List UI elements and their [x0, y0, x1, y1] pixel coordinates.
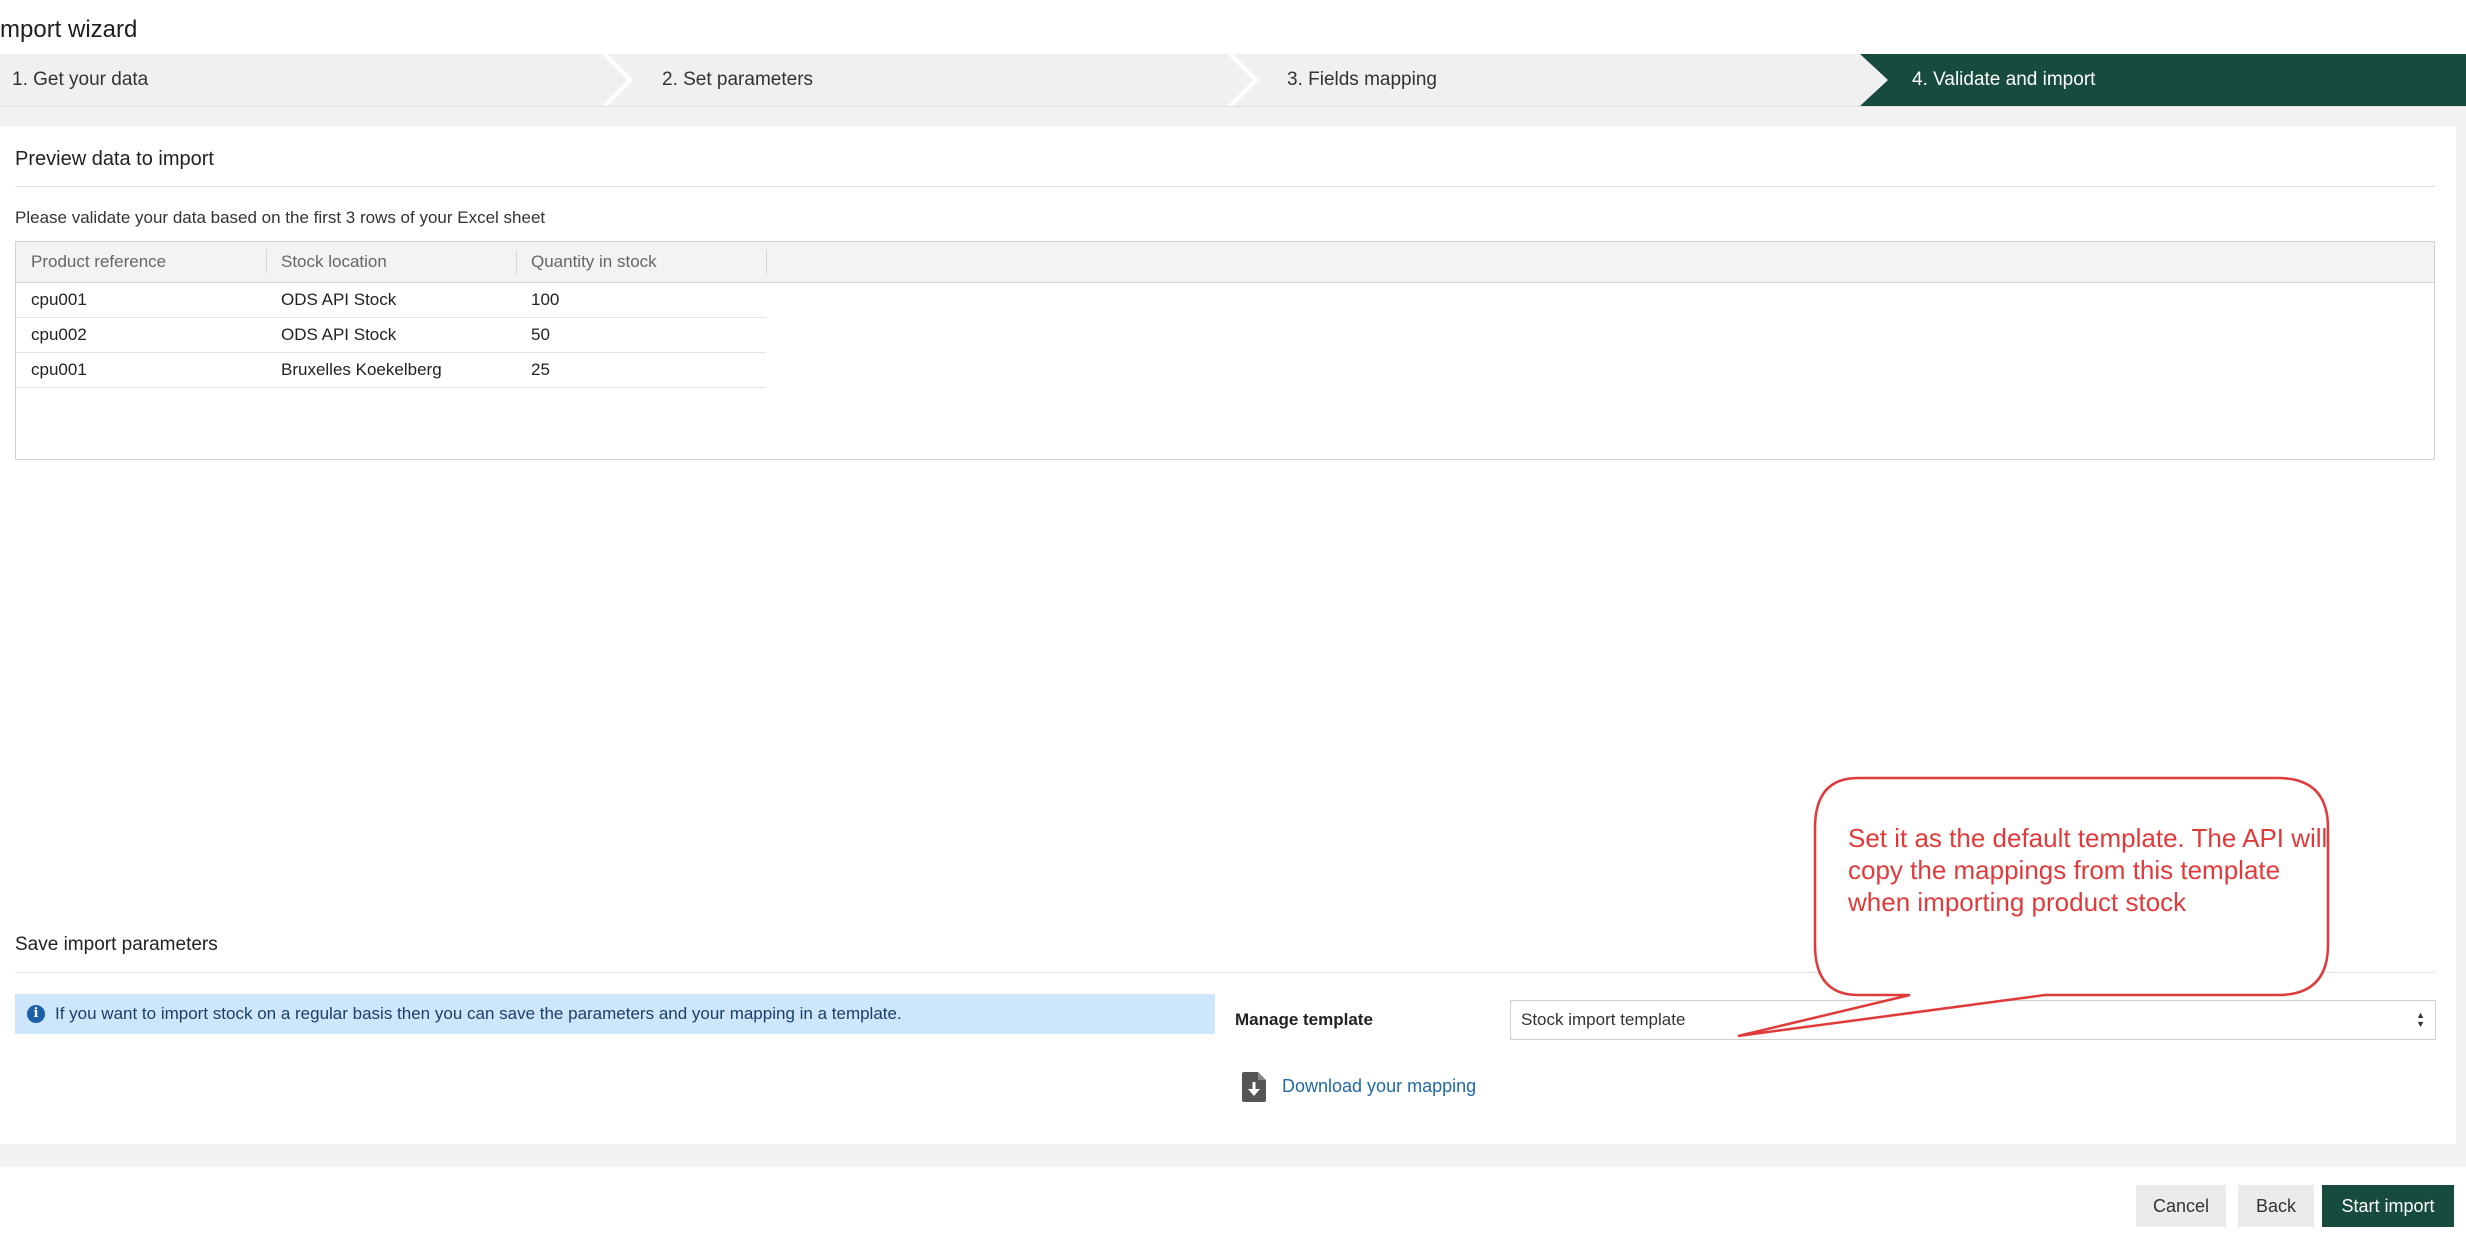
- step-get-your-data[interactable]: 1. Get your data: [12, 54, 148, 106]
- table-row: cpu001 ODS API Stock 100: [16, 283, 766, 318]
- cell-product-reference: cpu001: [31, 360, 87, 379]
- column-divider: [766, 250, 767, 274]
- table-header: Product reference Stock location Quantit…: [16, 242, 2434, 283]
- cell-quantity: 50: [531, 325, 550, 344]
- column-divider: [266, 250, 267, 274]
- preview-hint: Please validate your data based on the f…: [15, 208, 546, 227]
- download-mapping-link[interactable]: Download your mapping: [1282, 1076, 1476, 1097]
- cell-stock-location: ODS API Stock: [281, 325, 397, 344]
- info-circle-icon: i: [27, 1005, 45, 1023]
- step-validate-and-import[interactable]: 4. Validate and import: [1912, 54, 2095, 106]
- column-header-quantity[interactable]: Quantity in stock: [531, 242, 657, 282]
- preview-title: Preview data to import: [15, 148, 214, 170]
- cell-product-reference: cpu001: [31, 290, 87, 309]
- step-fields-mapping[interactable]: 3. Fields mapping: [1287, 54, 1437, 106]
- step-separator-icon: [1228, 54, 1259, 106]
- step-set-parameters[interactable]: 2. Set parameters: [662, 54, 813, 106]
- divider: [15, 186, 2435, 187]
- step-separator-icon: [602, 54, 633, 106]
- column-header-product-reference[interactable]: Product reference: [31, 242, 166, 282]
- back-button[interactable]: Back: [2238, 1185, 2314, 1227]
- wizard-steps: 1. Get your data 2. Set parameters 3. Fi…: [0, 54, 2466, 107]
- select-arrows-icon: ▲ ▼: [2416, 1010, 2425, 1029]
- divider: [15, 972, 2435, 973]
- preview-table: Product reference Stock location Quantit…: [15, 241, 2435, 460]
- page-title: mport wizard: [0, 16, 138, 43]
- column-divider: [516, 250, 517, 274]
- manage-template-label: Manage template: [1235, 1010, 1373, 1029]
- cancel-button[interactable]: Cancel: [2136, 1185, 2226, 1227]
- cell-quantity: 25: [531, 360, 550, 379]
- annotation-text: Set it as the default template. The API …: [1848, 823, 2328, 917]
- save-params-title: Save import parameters: [15, 934, 218, 955]
- download-file-icon[interactable]: [1242, 1072, 1266, 1102]
- cell-stock-location: ODS API Stock: [281, 290, 397, 309]
- info-message: i If you want to import stock on a regul…: [15, 994, 1215, 1034]
- cell-quantity: 100: [531, 290, 560, 309]
- template-select-value: Stock import template: [1521, 1010, 1686, 1029]
- table-row: cpu002 ODS API Stock 50: [16, 318, 766, 353]
- cell-stock-location: Bruxelles Koekelberg: [281, 360, 442, 379]
- cell-product-reference: cpu002: [31, 325, 87, 344]
- info-text: If you want to import stock on a regular…: [55, 1004, 902, 1023]
- column-header-stock-location[interactable]: Stock location: [281, 242, 387, 282]
- table-row: cpu001 Bruxelles Koekelberg 25: [16, 353, 766, 388]
- start-import-button[interactable]: Start import: [2322, 1185, 2454, 1227]
- template-select[interactable]: Stock import template ▲ ▼: [1510, 1000, 2436, 1040]
